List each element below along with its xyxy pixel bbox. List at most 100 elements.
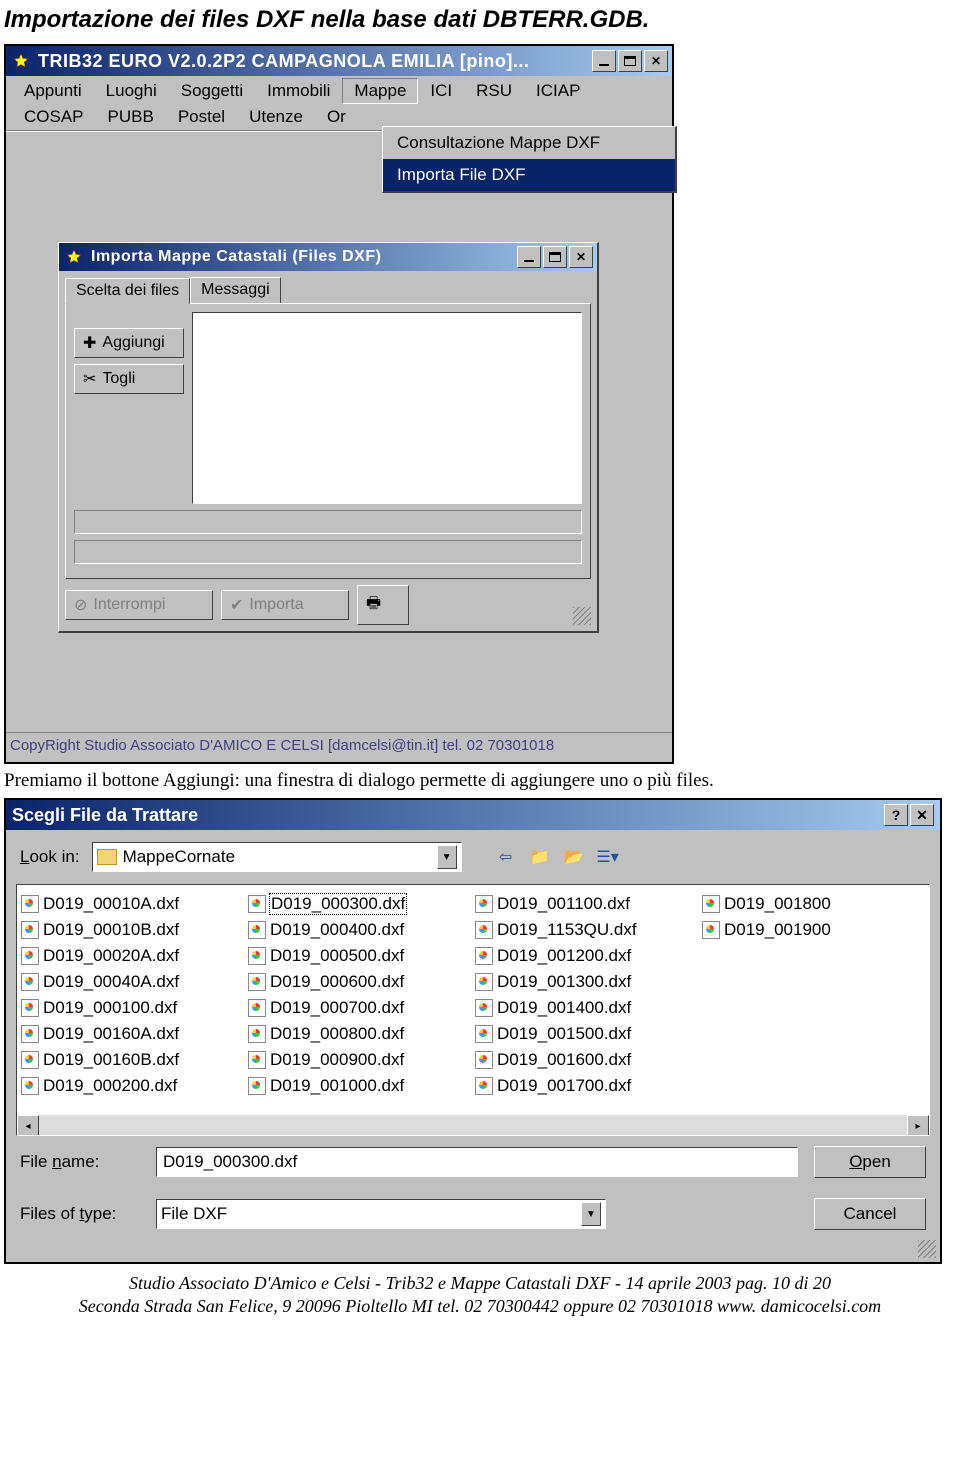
file-item-label: D019_00010B.dxf xyxy=(43,920,179,940)
menu-cosap[interactable]: COSAP xyxy=(12,104,96,130)
file-item-label: D019_001500.dxf xyxy=(497,1024,631,1044)
menu-immobili[interactable]: Immobili xyxy=(255,78,342,104)
menu-appunti[interactable]: Appunti xyxy=(12,78,94,104)
file-listbox[interactable] xyxy=(192,312,582,504)
lookin-combo[interactable]: MappeCornate ▼ xyxy=(92,842,462,872)
dxf-file-icon xyxy=(248,999,266,1017)
scroll-right-button[interactable]: ▸ xyxy=(907,1115,929,1136)
file-item[interactable]: D019_000600.dxf xyxy=(248,969,471,995)
importa-button[interactable]: ✔ Importa xyxy=(221,590,349,620)
file-item[interactable]: D019_000400.dxf xyxy=(248,917,471,943)
aggiungi-button[interactable]: ✚ Aggiungi xyxy=(74,328,184,358)
menu-or[interactable]: Or xyxy=(315,104,358,130)
file-item[interactable] xyxy=(702,969,925,995)
file-item[interactable] xyxy=(702,1073,925,1099)
file-item-label: D019_001700.dxf xyxy=(497,1076,631,1096)
menu-postel[interactable]: Postel xyxy=(166,104,237,130)
file-item[interactable]: D019_001700.dxf xyxy=(475,1073,698,1099)
file-item-label: D019_000800.dxf xyxy=(270,1024,404,1044)
minimize-button[interactable] xyxy=(592,50,616,72)
open-button[interactable]: Open xyxy=(814,1146,926,1178)
file-item[interactable]: D019_00010B.dxf xyxy=(21,917,244,943)
file-item[interactable]: D019_001900 xyxy=(702,917,925,943)
new-folder-icon[interactable]: 📂 xyxy=(562,846,586,868)
file-item-label: D019_000900.dxf xyxy=(270,1050,404,1070)
file-item[interactable]: D019_000200.dxf xyxy=(21,1073,244,1099)
chevron-down-icon[interactable]: ▼ xyxy=(437,845,457,869)
dialog-resize-grip[interactable] xyxy=(918,1240,936,1258)
file-item[interactable]: D019_00020A.dxf xyxy=(21,943,244,969)
dialog-close-button[interactable]: ✕ xyxy=(910,804,934,826)
file-item[interactable] xyxy=(702,1021,925,1047)
dropdown-consultazione[interactable]: Consultazione Mappe DXF xyxy=(383,127,675,159)
file-item[interactable]: D019_000500.dxf xyxy=(248,943,471,969)
import-maximize-button[interactable] xyxy=(543,246,567,268)
menu-pubb[interactable]: PUBB xyxy=(96,104,166,130)
file-item[interactable]: D019_001100.dxf xyxy=(475,891,698,917)
file-item-label: D019_000100.dxf xyxy=(43,998,177,1018)
resize-grip[interactable] xyxy=(573,607,591,625)
file-item-label: D019_00010A.dxf xyxy=(43,894,179,914)
interrompi-button[interactable]: ⊘ Interrompi xyxy=(65,590,213,620)
menu-rsu[interactable]: RSU xyxy=(464,78,524,104)
dropdown-importa[interactable]: Importa File DXF xyxy=(383,159,675,191)
horizontal-scrollbar[interactable]: ◂ ▸ xyxy=(17,1115,929,1135)
import-minimize-button[interactable] xyxy=(517,246,541,268)
menu-mappe[interactable]: Mappe xyxy=(342,78,418,104)
cancel-button[interactable]: Cancel xyxy=(814,1198,926,1230)
help-button[interactable]: ? xyxy=(884,804,908,826)
filename-input[interactable]: D019_000300.dxf xyxy=(156,1147,798,1177)
file-item[interactable]: D019_000900.dxf xyxy=(248,1047,471,1073)
tab-scelta-files[interactable]: Scelta dei files xyxy=(65,278,190,304)
filetype-row: Files of type: File DXF ▼ Cancel xyxy=(6,1188,940,1240)
file-item[interactable]: D019_000800.dxf xyxy=(248,1021,471,1047)
lookin-label: Look in: xyxy=(20,847,80,867)
file-item[interactable]: D019_001600.dxf xyxy=(475,1047,698,1073)
file-item[interactable] xyxy=(702,995,925,1021)
import-close-button[interactable] xyxy=(569,246,593,268)
dxf-file-icon xyxy=(248,1025,266,1043)
print-button[interactable]: 🖶 xyxy=(357,585,409,625)
file-item[interactable]: D019_000700.dxf xyxy=(248,995,471,1021)
filetype-chevron-down-icon[interactable]: ▼ xyxy=(581,1202,601,1226)
file-item[interactable]: D019_001500.dxf xyxy=(475,1021,698,1047)
file-list[interactable]: D019_00010A.dxf D019_000300.dxfD019_00110… xyxy=(16,884,930,1136)
dxf-file-icon xyxy=(21,1077,39,1095)
views-icon[interactable]: ☰▾ xyxy=(596,846,620,868)
plus-icon: ✚ xyxy=(83,333,96,353)
file-item[interactable]: D019_001000.dxf xyxy=(248,1073,471,1099)
import-icon xyxy=(63,246,85,268)
file-item[interactable] xyxy=(702,1047,925,1073)
file-item[interactable]: D019_000100.dxf xyxy=(21,995,244,1021)
menu-ici[interactable]: ICI xyxy=(418,78,464,104)
file-item[interactable] xyxy=(702,943,925,969)
page-heading: Importazione dei files DXF nella base da… xyxy=(0,0,960,44)
menu-utenze[interactable]: Utenze xyxy=(237,104,315,130)
file-item[interactable]: D019_001400.dxf xyxy=(475,995,698,1021)
tab-messaggi[interactable]: Messaggi xyxy=(190,277,280,303)
menu-luoghi[interactable]: Luoghi xyxy=(94,78,169,104)
file-item-label: D019_001900 xyxy=(724,920,831,940)
file-item[interactable]: D019_000300.dxf xyxy=(248,891,471,917)
maximize-button[interactable] xyxy=(618,50,642,72)
back-icon[interactable]: ⇦ xyxy=(494,846,518,868)
file-item[interactable]: D019_00040A.dxf xyxy=(21,969,244,995)
file-item[interactable]: D019_001800 xyxy=(702,891,925,917)
file-item[interactable]: D019_00160A.dxf xyxy=(21,1021,244,1047)
filetype-combo[interactable]: File DXF ▼ xyxy=(156,1199,606,1229)
file-item-label: D019_00040A.dxf xyxy=(43,972,179,992)
file-item[interactable]: D019_001300.dxf xyxy=(475,969,698,995)
scroll-left-button[interactable]: ◂ xyxy=(17,1115,39,1136)
up-folder-icon[interactable]: 📁 xyxy=(528,846,552,868)
menu-soggetti[interactable]: Soggetti xyxy=(169,78,255,104)
file-item[interactable]: D019_1153QU.dxf xyxy=(475,917,698,943)
togli-button[interactable]: ✂ Togli xyxy=(74,364,184,394)
dxf-file-icon xyxy=(248,973,266,991)
menu-iciap[interactable]: ICIAP xyxy=(524,78,592,104)
close-button[interactable] xyxy=(644,50,668,72)
interrompi-label: Interrompi xyxy=(93,596,165,614)
file-item[interactable]: D019_001200.dxf xyxy=(475,943,698,969)
file-item[interactable]: D019_00010A.dxf xyxy=(21,891,244,917)
file-item[interactable]: D019_00160B.dxf xyxy=(21,1047,244,1073)
folder-icon xyxy=(97,849,117,865)
